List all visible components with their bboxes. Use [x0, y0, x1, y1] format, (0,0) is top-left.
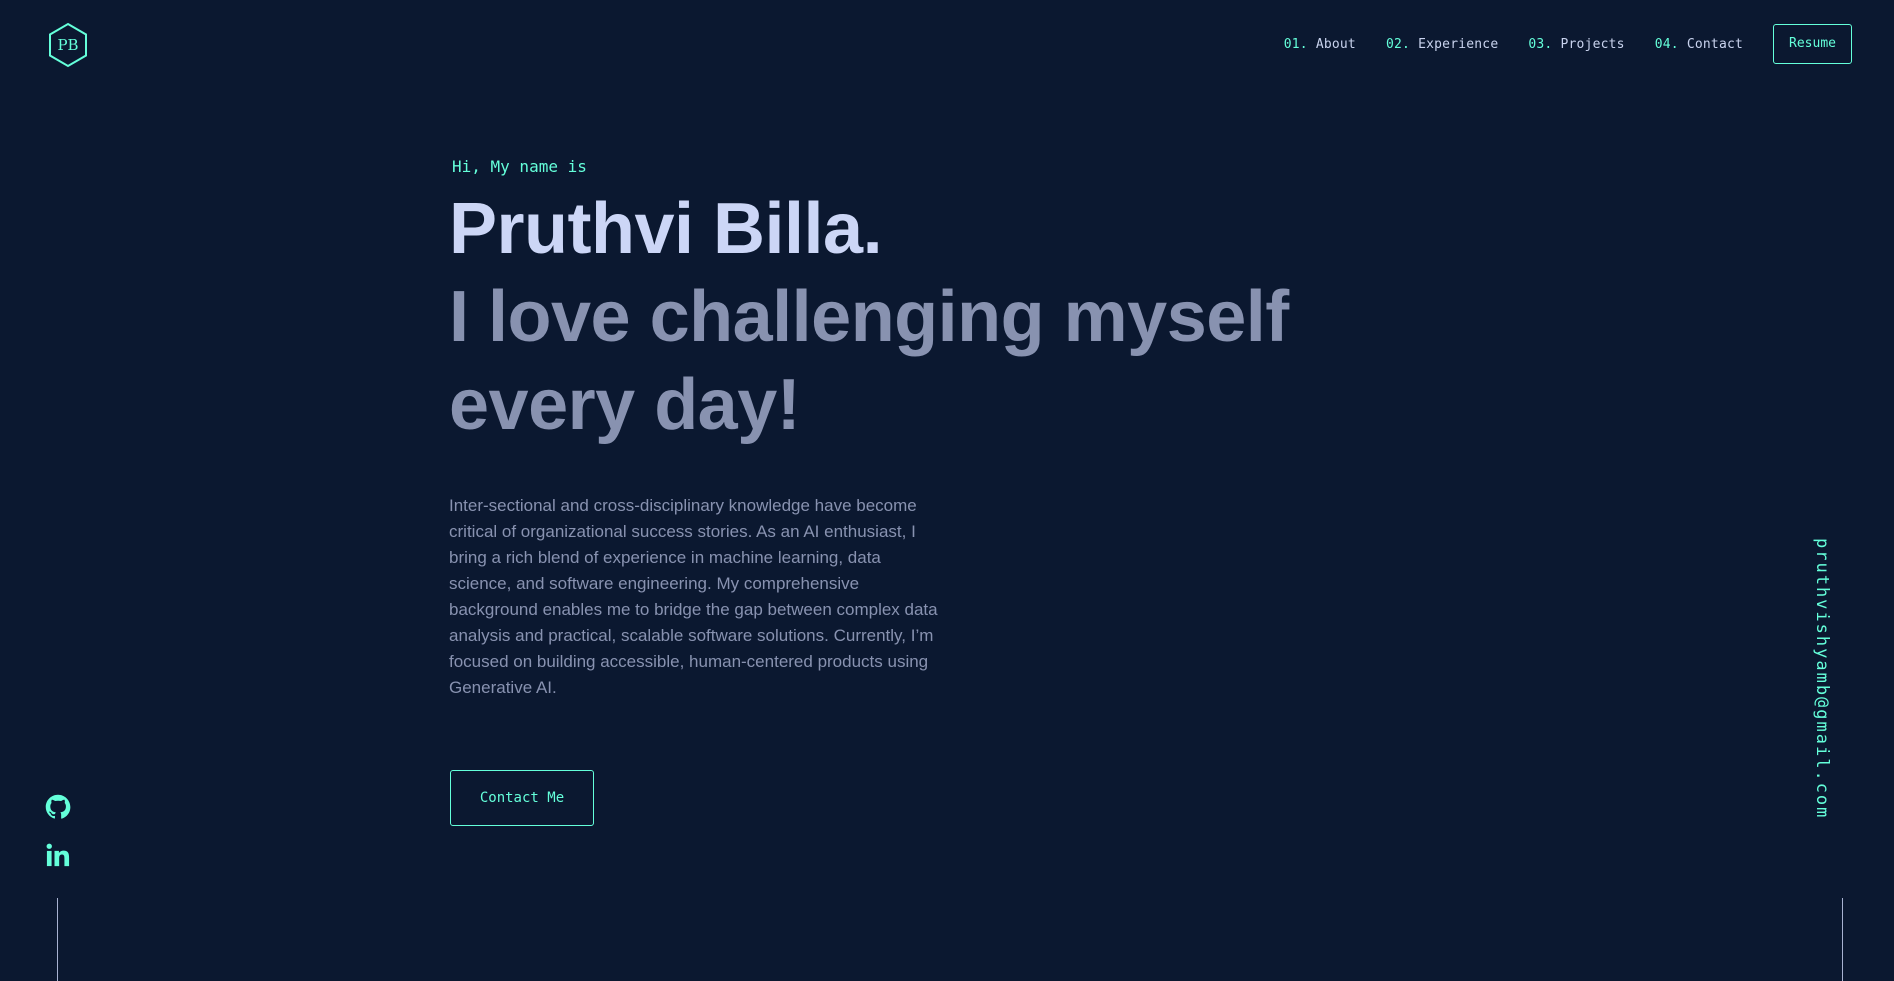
nav-item-projects[interactable]: 03. Projects [1528, 37, 1624, 52]
nav-label: Experience [1418, 36, 1499, 52]
github-link[interactable] [44, 793, 72, 821]
nav-number: 02. [1385, 36, 1411, 52]
hero-section: Hi, My name is Pruthvi Billa. I love cha… [449, 150, 1449, 449]
linkedin-icon [46, 843, 70, 867]
nav-item-experience[interactable]: 02. Experience [1386, 37, 1498, 52]
resume-button[interactable]: Resume [1773, 24, 1852, 64]
logo-text: PB [57, 36, 79, 54]
nav-item-about[interactable]: 01. About [1284, 37, 1356, 52]
nav-label: Contact [1686, 36, 1744, 52]
email-link[interactable]: pruthvishyamb@gmail.com [1812, 538, 1832, 819]
nav-number: 03. [1528, 36, 1553, 52]
logo[interactable]: PB [46, 22, 90, 68]
right-divider-line [1842, 898, 1843, 981]
nav-label: About [1315, 36, 1356, 52]
nav-number: 04. [1654, 36, 1679, 52]
nav-number: 01. [1283, 36, 1308, 52]
hero-greeting: Hi, My name is [452, 157, 587, 176]
linkedin-link[interactable] [44, 841, 72, 869]
hero-name: Pruthvi Billa. [449, 189, 883, 269]
nav-item-contact[interactable]: 04. Contact [1655, 37, 1743, 52]
nav-label: Projects [1560, 36, 1625, 52]
social-links [44, 793, 72, 889]
contact-me-button[interactable]: Contact Me [450, 770, 594, 826]
hero-bio: Inter-sectional and cross-disciplinary k… [449, 496, 938, 697]
hero-tagline: I love challenging myself every day! [449, 277, 1289, 445]
main-nav: 01. About 02. Experience 03. Projects 04… [1254, 24, 1852, 64]
github-icon [45, 794, 71, 819]
left-divider-line [57, 898, 58, 981]
